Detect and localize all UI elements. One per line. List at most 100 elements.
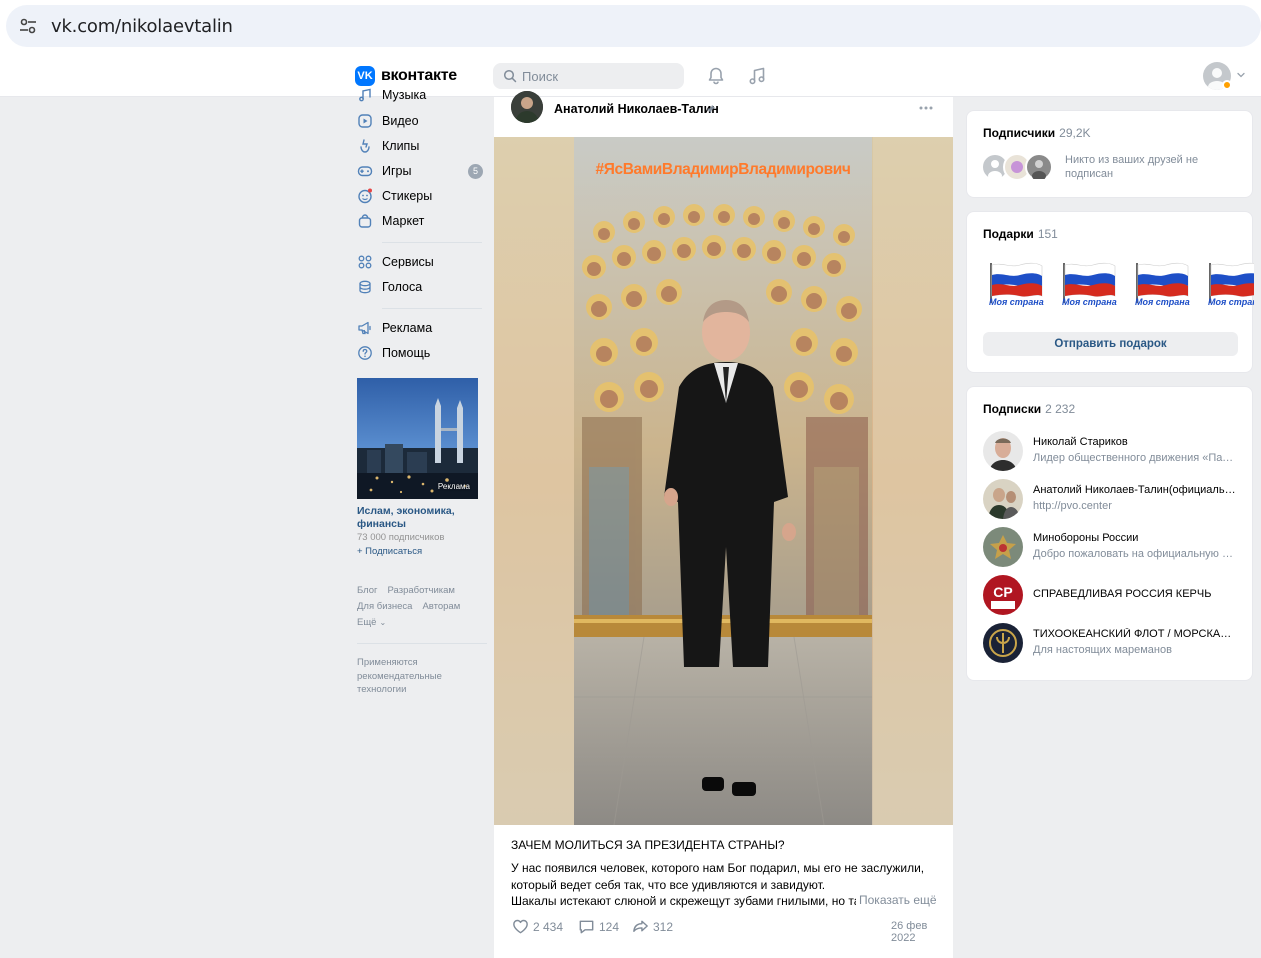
nav-item-stickers[interactable]: Стикеры xyxy=(355,185,485,207)
vk-logo-icon: VK xyxy=(355,66,375,86)
nav-item-games[interactable]: Игры 5 xyxy=(355,160,485,182)
nav-label: Видео xyxy=(382,114,419,128)
comment-button[interactable]: 124 xyxy=(577,917,619,936)
post-image-hashtag: #ЯсВамиВладимирВладимирович xyxy=(595,161,851,178)
browser-toolbar: vk.com/nikolaevtalin xyxy=(0,0,1261,56)
gift-flag[interactable]: Моя страна xyxy=(987,257,1047,317)
search-input[interactable] xyxy=(522,63,672,89)
follows-count: 2 232 xyxy=(1045,402,1076,416)
address-bar[interactable]: vk.com/nikolaevtalin xyxy=(6,5,1261,47)
gamepad-icon xyxy=(357,166,373,177)
gifts-header[interactable]: Подарки 151 xyxy=(983,227,1058,241)
nav-label: Музыка xyxy=(382,88,427,102)
follow-name: СПРАВЕДЛИВАЯ РОССИЯ КЕРЧЬ xyxy=(1033,588,1212,600)
coins-icon xyxy=(359,280,371,294)
gift-flag[interactable]: Моя страна xyxy=(1060,257,1120,317)
nav-item-market[interactable]: Маркет xyxy=(355,210,485,232)
subscriber-avatars[interactable] xyxy=(981,153,1061,181)
footer-link-blog[interactable]: Блог xyxy=(357,585,378,596)
video-icon xyxy=(358,114,372,128)
show-more-link[interactable]: Показать ещё xyxy=(859,893,937,907)
chevron-down-icon[interactable] xyxy=(1236,70,1246,80)
url-text[interactable]: vk.com/nikolaevtalin xyxy=(51,16,233,37)
follow-item[interactable]: Минобороны России Добро пожаловать на оф… xyxy=(983,527,1243,569)
comment-icon xyxy=(579,920,594,934)
nav-item-ads[interactable]: Реклама xyxy=(355,317,485,339)
gift-flag[interactable]: Моя страна xyxy=(1133,257,1193,317)
sticker-icon xyxy=(358,188,372,204)
gifts-count: 151 xyxy=(1037,227,1058,241)
footer-links: Блог Разработчикам Для бизнеса Авторам Ещё… xyxy=(357,583,487,631)
follow-name: Анатолий Николаев-Талин(официальный) xyxy=(1033,484,1238,496)
like-count: 2 434 xyxy=(533,919,564,934)
gift-flag[interactable]: Моя страна xyxy=(1206,257,1254,317)
nav-item-clips[interactable]: Клипы xyxy=(355,135,485,157)
follow-desc: http://pvo.center xyxy=(1033,500,1112,512)
vk-header: VK вконтакте xyxy=(0,56,1261,97)
site-settings-icon[interactable] xyxy=(18,16,38,36)
footer-divider xyxy=(357,643,487,644)
nav-label: Реклама xyxy=(382,321,433,335)
post-title: ЗАЧЕМ МОЛИТЬСЯ ЗА ПРЕЗИДЕНТА СТРАНЫ? xyxy=(511,838,785,852)
post-author-name[interactable]: Анатолий Николаев-Талин xyxy=(554,102,719,116)
subscribers-header[interactable]: Подписчики 29,2K xyxy=(983,126,1091,140)
nav-label: Стикеры xyxy=(382,189,433,203)
ad-block[interactable]: Реклама Ислам, экономика, финансы 73 000… xyxy=(357,378,478,557)
music-icon[interactable] xyxy=(747,66,767,86)
bell-icon[interactable] xyxy=(706,66,726,86)
notification-dot xyxy=(1222,80,1232,90)
follow-item[interactable]: Николай Стариков Лидер общественного дви… xyxy=(983,431,1243,473)
follow-item[interactable]: ТИХООКЕАНСКИЙ ФЛОТ / МОРСКАЯ ПЕХОТА Для … xyxy=(983,623,1243,665)
games-count-badge: 5 xyxy=(468,163,483,179)
gift-label: Моя страна xyxy=(1135,297,1190,307)
nav-label: Сервисы xyxy=(382,255,434,269)
post-date[interactable]: 26 фев 2022 xyxy=(891,920,941,944)
gift-label: Моя страна xyxy=(1208,297,1254,307)
follow-item[interactable]: Анатолий Николаев-Талин(официальный) htt… xyxy=(983,479,1243,521)
clips-icon xyxy=(360,139,370,153)
follows-card: Подписки 2 232 Николай Стариков Лидер общ… xyxy=(966,386,1253,681)
share-button[interactable]: 312 xyxy=(631,917,673,936)
nav-item-votes[interactable]: Голоса xyxy=(355,276,485,298)
post-image[interactable]: #ЯсВамиВладимирВладимирович xyxy=(494,137,953,825)
footer-link-developers[interactable]: Разработчикам xyxy=(388,585,455,596)
ad-subscribers: 73 000 подписчиков xyxy=(357,532,445,543)
post-text-line: который ведет себя так, что все удивляют… xyxy=(511,877,826,892)
avatar xyxy=(983,431,1023,471)
follow-desc: Для настоящих мареманов xyxy=(1033,644,1172,656)
post-author-avatar[interactable] xyxy=(511,91,543,123)
ad-subscribe-link[interactable]: + Подписаться xyxy=(357,546,478,557)
follow-name: Минобороны России xyxy=(1033,532,1139,544)
follow-item[interactable]: СР СПРАВЕДЛИВАЯ РОССИЯ КЕРЧЬ xyxy=(983,575,1243,617)
megaphone-icon xyxy=(358,321,371,335)
send-gift-button[interactable]: Отправить подарок xyxy=(983,332,1238,356)
ad-image[interactable]: Реклама xyxy=(357,378,478,499)
footer-link-authors[interactable]: Авторам xyxy=(422,601,460,612)
recommendation-note[interactable]: Применяются рекомендательные технологии xyxy=(357,656,467,697)
follows-header[interactable]: Подписки 2 232 xyxy=(983,402,1075,416)
no-friends-note: Никто из ваших друзей не подписан xyxy=(1065,154,1199,180)
heart-icon xyxy=(513,919,528,934)
footer-link-more[interactable]: Ещё ⌄ xyxy=(357,617,386,628)
nav-divider xyxy=(382,242,482,243)
nav-divider xyxy=(382,308,482,309)
footer-link-business[interactable]: Для бизнеса xyxy=(357,601,412,612)
nav-item-music[interactable]: Музыка xyxy=(355,84,485,106)
search-box[interactable] xyxy=(493,63,684,89)
nav-item-services[interactable]: Сервисы xyxy=(355,251,485,273)
like-button[interactable]: 2 434 xyxy=(511,917,563,936)
nav-label: Клипы xyxy=(382,139,420,153)
grid-icon xyxy=(358,255,372,269)
ad-title[interactable]: Ислам, экономика, финансы xyxy=(357,505,478,531)
gift-label: Моя страна xyxy=(989,297,1044,307)
nav-item-video[interactable]: Видео xyxy=(355,110,485,132)
post-actions: 2 434 124 312 26 фев 2022 xyxy=(511,917,941,944)
more-icon[interactable] xyxy=(918,103,934,113)
avatar xyxy=(983,527,1023,567)
follow-desc: Добро пожаловать на официальную страницу xyxy=(1033,548,1238,560)
comment-count: 124 xyxy=(599,919,620,934)
help-icon xyxy=(358,346,372,360)
vk-logo[interactable]: VK вконтакте xyxy=(355,66,457,86)
gifts-list: Моя страна Моя страна Моя страна Моя стр… xyxy=(987,257,1254,317)
nav-item-help[interactable]: Помощь xyxy=(355,342,485,364)
